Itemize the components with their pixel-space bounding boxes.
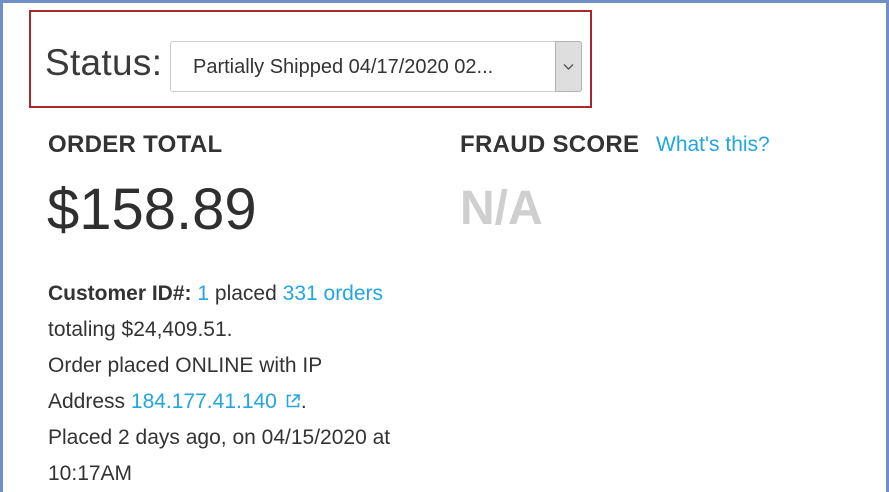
customer-id-link[interactable]: 1 [197,282,209,305]
ip-address-line: Address 184.177.41.140 . [48,384,390,420]
placed-when-line: Placed 2 days ago, on 04/15/2020 at [48,426,391,449]
customer-id-label: Customer ID#: [48,282,192,305]
external-link-icon[interactable] [285,393,301,409]
chevron-down-icon [563,64,574,70]
status-dropdown-toggle[interactable] [555,41,582,92]
ip-address-link[interactable]: 184.177.41.140 [131,390,277,413]
address-word: Address [48,390,126,413]
customer-id-line: Customer ID#: 1 placed 331 orders [48,276,390,312]
order-placed-line: Order placed ONLINE with IP [48,354,323,377]
fraud-score-value: N/A [460,182,543,235]
placed-word: placed [214,282,277,305]
customer-details: Customer ID#: 1 placed 331 orders totali… [48,276,390,492]
whats-this-link[interactable]: What's this? [656,133,770,157]
orders-link[interactable]: 331 orders [283,282,383,305]
totaling-line: totaling $24,409.51. [48,318,233,341]
status-selected-value: Partially Shipped 04/17/2020 02... [193,56,494,78]
status-label: Status: [45,42,163,83]
placed-time-line: 10:17AM [48,462,133,485]
address-period: . [300,390,307,413]
fraud-score-heading: FRAUD SCORE [460,131,640,158]
order-total-amount: $158.89 [47,177,257,242]
status-select[interactable]: Partially Shipped 04/17/2020 02... [170,41,582,92]
order-total-heading: ORDER TOTAL [48,131,223,158]
